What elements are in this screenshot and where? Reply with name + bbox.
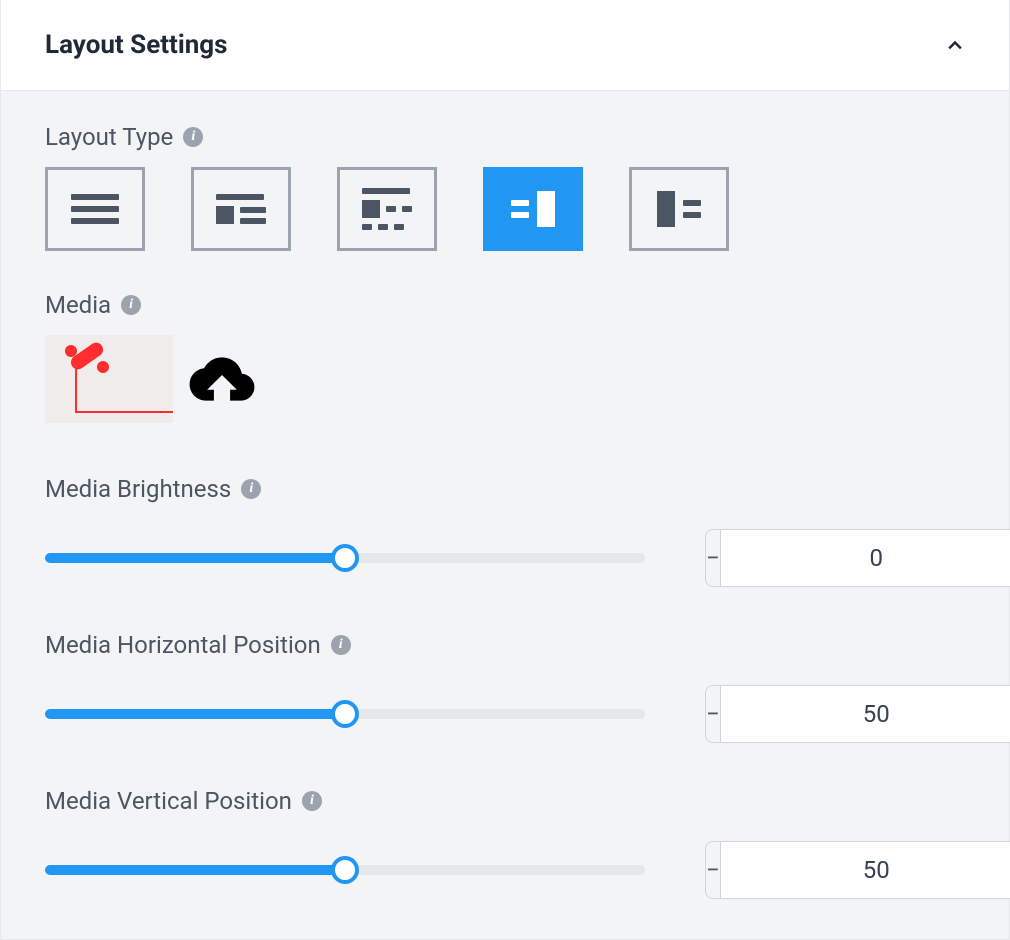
info-icon[interactable]: i bbox=[241, 479, 261, 499]
dash-icon bbox=[394, 224, 404, 230]
panel-header[interactable]: Layout Settings bbox=[1, 0, 1009, 91]
hpos-section: Media Horizontal Position i − + bbox=[45, 631, 965, 743]
hpos-label: Media Horizontal Position bbox=[45, 631, 321, 659]
media-thumbnail[interactable] bbox=[45, 335, 173, 423]
vpos-label: Media Vertical Position bbox=[45, 787, 292, 815]
brightness-slider[interactable] bbox=[45, 544, 645, 572]
block-icon bbox=[216, 206, 234, 224]
dash-icon bbox=[511, 200, 529, 206]
layout-settings-panel: Layout Settings Layout Type i bbox=[0, 0, 1010, 940]
line-icon bbox=[71, 206, 119, 212]
layout-type-label: Layout Type bbox=[45, 123, 173, 151]
decrement-button[interactable]: − bbox=[705, 841, 721, 899]
line-icon bbox=[240, 218, 266, 224]
slider-fill bbox=[45, 709, 345, 719]
hpos-input[interactable] bbox=[721, 685, 1010, 743]
vpos-stepper: − + bbox=[705, 841, 965, 899]
hpos-slider[interactable] bbox=[45, 700, 645, 728]
decrement-button[interactable]: − bbox=[705, 685, 721, 743]
layout-option-image-block-text[interactable] bbox=[337, 167, 437, 251]
hpos-stepper: − + bbox=[705, 685, 965, 743]
panel-body: Layout Type i bbox=[1, 91, 1009, 939]
dash-icon bbox=[362, 224, 372, 230]
layout-option-text-only[interactable] bbox=[45, 167, 145, 251]
info-icon[interactable]: i bbox=[302, 791, 322, 811]
line-icon bbox=[71, 194, 119, 200]
slider-fill bbox=[45, 865, 345, 875]
dash-icon bbox=[386, 206, 396, 212]
media-row bbox=[45, 335, 965, 423]
dash-icon bbox=[402, 206, 412, 212]
vpos-slider[interactable] bbox=[45, 856, 645, 884]
layout-option-media-right[interactable] bbox=[483, 167, 583, 251]
line-icon bbox=[362, 188, 410, 194]
vpos-section: Media Vertical Position i − + bbox=[45, 787, 965, 899]
info-icon[interactable]: i bbox=[331, 635, 351, 655]
line-icon bbox=[216, 194, 264, 200]
chevron-up-icon bbox=[945, 35, 965, 55]
slider-thumb[interactable] bbox=[331, 856, 359, 884]
dash-icon bbox=[378, 224, 388, 230]
media-label-row: Media i bbox=[45, 291, 965, 319]
slider-thumb[interactable] bbox=[331, 700, 359, 728]
dash-icon bbox=[683, 212, 701, 218]
brightness-section: Media Brightness i − + bbox=[45, 475, 965, 587]
line-icon bbox=[240, 207, 266, 213]
info-icon[interactable]: i bbox=[121, 295, 141, 315]
cloud-upload-icon[interactable] bbox=[187, 352, 257, 406]
brightness-stepper: − + bbox=[705, 529, 965, 587]
slider-fill bbox=[45, 553, 345, 563]
brightness-label: Media Brightness bbox=[45, 475, 231, 503]
dash-icon bbox=[511, 212, 529, 218]
block-icon bbox=[657, 191, 675, 227]
slider-thumb[interactable] bbox=[331, 544, 359, 572]
dash-icon bbox=[683, 200, 701, 206]
media-label: Media bbox=[45, 291, 111, 319]
layout-type-options bbox=[45, 167, 965, 251]
block-icon bbox=[362, 200, 380, 218]
decrement-button[interactable]: − bbox=[705, 529, 721, 587]
info-icon[interactable]: i bbox=[183, 127, 203, 147]
layout-type-label-row: Layout Type i bbox=[45, 123, 965, 151]
layout-option-media-left[interactable] bbox=[629, 167, 729, 251]
panel-title: Layout Settings bbox=[45, 30, 228, 60]
brightness-input[interactable] bbox=[721, 529, 1010, 587]
line-icon bbox=[71, 218, 119, 224]
vpos-input[interactable] bbox=[721, 841, 1010, 899]
layout-option-image-left-inline[interactable] bbox=[191, 167, 291, 251]
block-icon bbox=[537, 191, 555, 227]
